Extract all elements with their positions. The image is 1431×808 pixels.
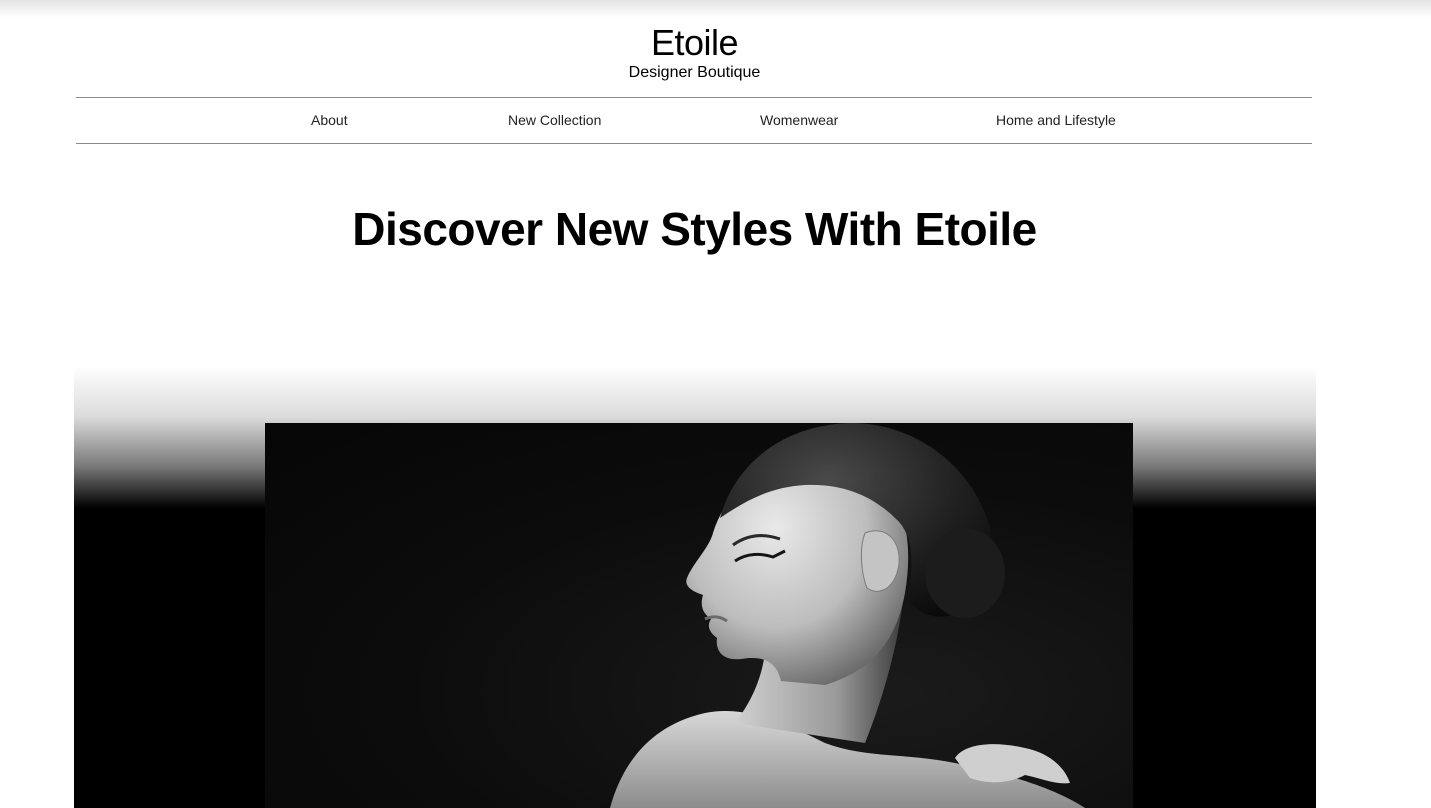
hero-headline: Discover New Styles With Etoile: [352, 203, 1037, 255]
nav-link-new-collection[interactable]: New Collection: [508, 98, 601, 143]
hero-image: [265, 423, 1133, 808]
brand-tagline: Designer Boutique: [628, 64, 761, 81]
site-header: Etoile Designer Boutique: [0, 22, 1389, 82]
nav-link-home-and-lifestyle[interactable]: Home and Lifestyle: [996, 98, 1116, 143]
brand-logo[interactable]: Etoile: [0, 22, 1389, 64]
nav-link-about[interactable]: About: [311, 98, 348, 143]
main-navigation: About New Collection Womenwear Home and …: [76, 97, 1312, 144]
nav-link-womenwear[interactable]: Womenwear: [760, 98, 838, 143]
hero-banner: [74, 366, 1316, 808]
portrait-illustration: [610, 423, 1085, 808]
page: Etoile Designer Boutique About New Colle…: [0, 0, 1431, 808]
browser-top-shadow: [0, 0, 1431, 18]
